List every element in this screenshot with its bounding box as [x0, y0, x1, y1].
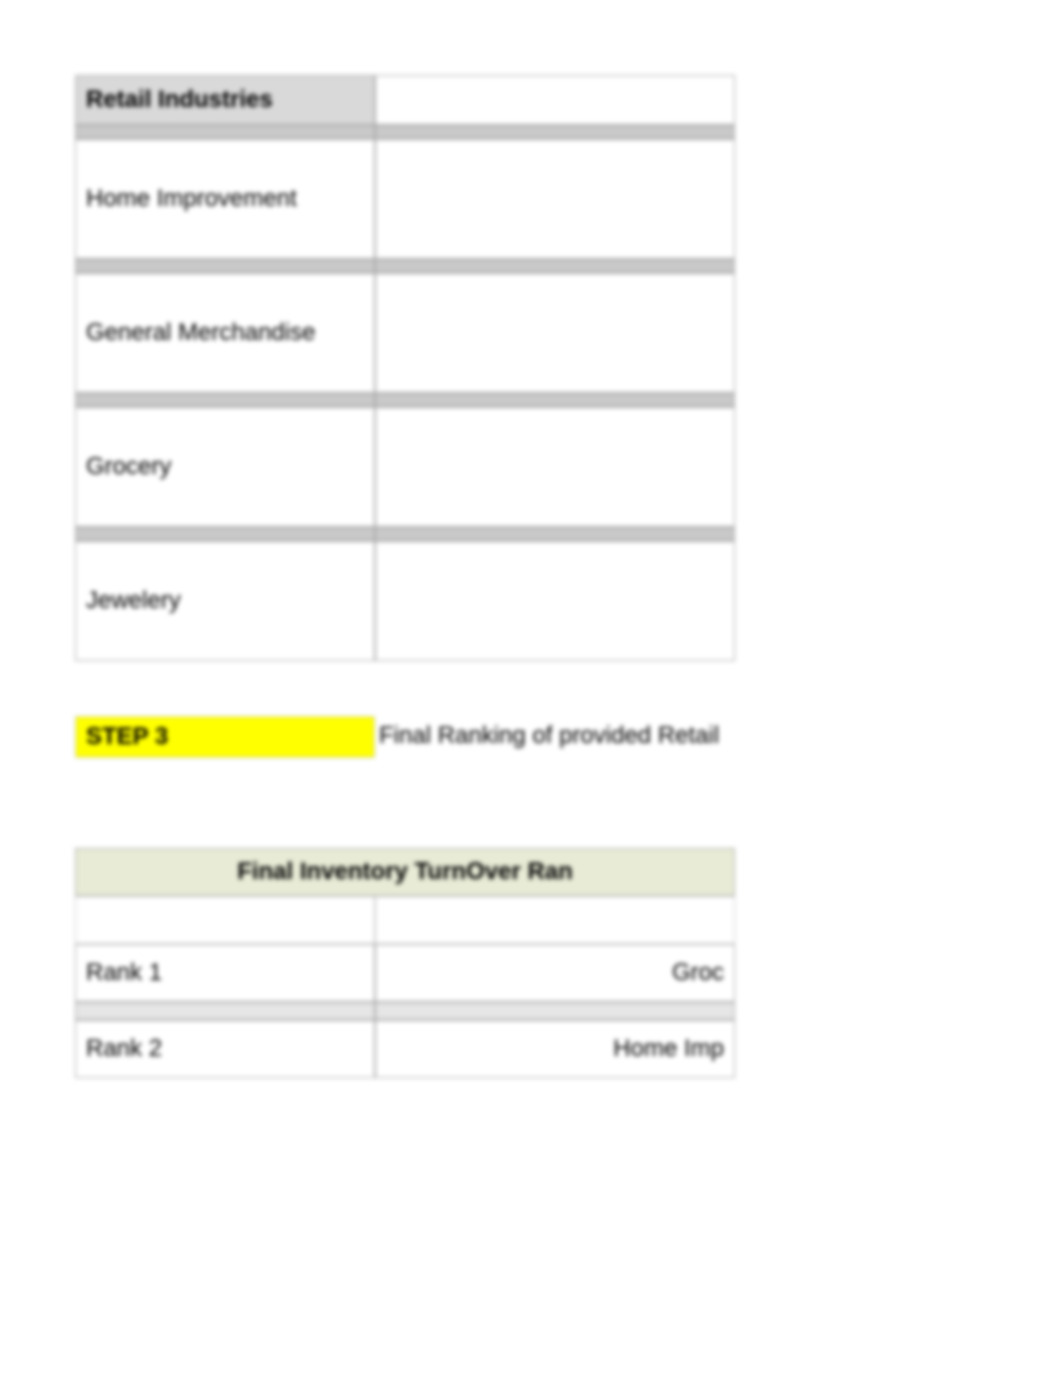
industry-cell: Home Improvement [75, 139, 375, 259]
separator-row [75, 527, 735, 541]
step-label: STEP 3 [75, 716, 375, 758]
table-header-row: Retail Industries [75, 75, 735, 125]
empty-row [75, 896, 735, 944]
rank-value: Groc [375, 944, 735, 1002]
document-content: Retail Industries Home Improvement Gener… [75, 75, 735, 1078]
empty-cell [375, 273, 735, 393]
separator-row [75, 393, 735, 407]
table-row: Rank 1 Groc [75, 944, 735, 1002]
table-row: Home Improvement [75, 139, 735, 259]
table-row: General Merchandise [75, 273, 735, 393]
separator-row [75, 125, 735, 139]
retail-industries-header: Retail Industries [75, 75, 375, 125]
table-row: Jewelery [75, 541, 735, 661]
empty-cell [375, 407, 735, 527]
step-description: Final Ranking of provided Retail [375, 716, 735, 756]
separator-row [75, 1002, 735, 1020]
ranking-header: Final Inventory TurnOver Ran [75, 848, 735, 896]
rank-label: Rank 1 [75, 944, 375, 1002]
ranking-table: Final Inventory TurnOver Ran Rank 1 Groc… [75, 848, 735, 1078]
retail-industries-table: Retail Industries Home Improvement Gener… [75, 75, 735, 661]
industry-cell: General Merchandise [75, 273, 375, 393]
ranking-header-row: Final Inventory TurnOver Ran [75, 848, 735, 896]
step-row: STEP 3 Final Ranking of provided Retail [75, 716, 735, 758]
empty-header-cell [375, 75, 735, 125]
empty-cell [375, 541, 735, 661]
separator-row [75, 259, 735, 273]
table-row: Rank 2 Home Imp [75, 1020, 735, 1078]
rank-label: Rank 2 [75, 1020, 375, 1078]
rank-value: Home Imp [375, 1020, 735, 1078]
industry-cell: Jewelery [75, 541, 375, 661]
table-row: Grocery [75, 407, 735, 527]
empty-cell [375, 139, 735, 259]
industry-cell: Grocery [75, 407, 375, 527]
